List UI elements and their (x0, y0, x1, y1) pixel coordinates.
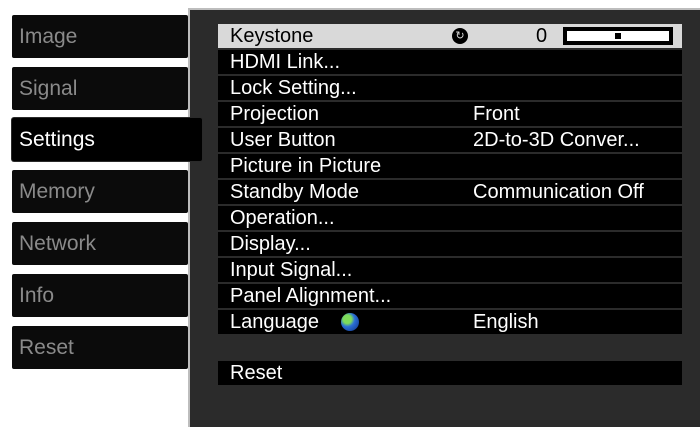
menu-row-projection[interactable]: Projection Front (218, 102, 682, 126)
tab-settings[interactable]: Settings (12, 118, 202, 161)
menu-row-operation[interactable]: Operation... (218, 206, 682, 230)
menu-row-value: Front (473, 103, 520, 125)
menu-row-hdmi-link[interactable]: HDMI Link... (218, 50, 682, 74)
tab-image[interactable]: Image (12, 15, 188, 58)
menu-row-label: HDMI Link... (230, 51, 341, 73)
menu-row-label: Projection (230, 103, 319, 125)
menu-row-label: Reset (230, 362, 283, 384)
menu-row-standby-mode[interactable]: Standby Mode Communication Off (218, 180, 682, 204)
tab-network[interactable]: Network (12, 222, 188, 265)
menu-row-value: Communication Off (473, 181, 644, 203)
menu-row-label: Operation... (230, 207, 335, 229)
menu-row-keystone[interactable]: Keystone ↻ 0 (218, 24, 682, 48)
tab-reset[interactable]: Reset (12, 326, 188, 369)
rotate-icon: ↻ (452, 28, 468, 44)
menu-row-value: English (473, 311, 539, 333)
menu-row-input-signal[interactable]: Input Signal... (218, 258, 682, 282)
globe-icon (341, 313, 359, 331)
menu-row-picture-in-picture[interactable]: Picture in Picture (218, 154, 682, 178)
keystone-value: 0 (536, 25, 548, 47)
tab-signal[interactable]: Signal (12, 67, 188, 110)
menu-row-label: Lock Setting... (230, 77, 357, 99)
menu-row-label: Display... (230, 233, 311, 255)
slider-knob[interactable] (615, 33, 621, 39)
menu-row-reset[interactable]: Reset (218, 361, 682, 385)
menu-row-language[interactable]: Language English (218, 310, 682, 334)
menu-row-label: Picture in Picture (230, 155, 382, 177)
menu-row-value: 2D-to-3D Conver... (473, 129, 640, 151)
keystone-slider[interactable] (563, 27, 673, 45)
tab-info[interactable]: Info (12, 274, 188, 317)
menu-row-display[interactable]: Display... (218, 232, 682, 256)
tab-memory[interactable]: Memory (12, 170, 188, 213)
menu-row-label: User Button (230, 129, 336, 151)
menu-row-lock-setting[interactable]: Lock Setting... (218, 76, 682, 100)
menu-row-label: Panel Alignment... (230, 285, 392, 307)
menu-row-label: Keystone (230, 25, 314, 47)
menu-row-user-button[interactable]: User Button 2D-to-3D Conver... (218, 128, 682, 152)
settings-panel: Keystone ↻ 0 HDMI Link... Lock Setting..… (188, 8, 700, 427)
menu-row-label: Language (230, 311, 319, 333)
slider-track (567, 31, 669, 41)
menu-row-label: Standby Mode (230, 181, 359, 203)
menu-row-panel-alignment[interactable]: Panel Alignment... (218, 284, 682, 308)
menu-row-label: Input Signal... (230, 259, 353, 281)
